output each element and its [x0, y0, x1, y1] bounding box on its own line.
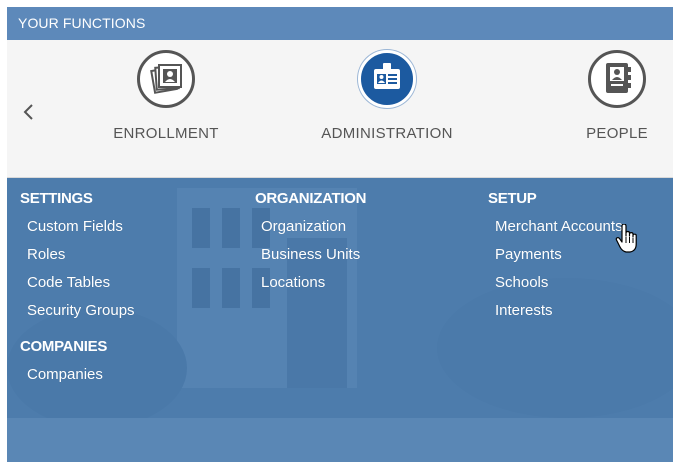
settings-heading: SETTINGS: [20, 190, 93, 207]
companies-heading: COMPANIES: [20, 338, 108, 355]
menu-item-payments[interactable]: Payments: [495, 246, 562, 263]
address-book-icon: [588, 50, 646, 108]
function-enrollment[interactable]: ENROLLMENT: [93, 40, 239, 178]
photo-id-stack-icon: [137, 50, 195, 108]
hand-pointer-cursor-icon: [615, 224, 637, 253]
menu-item-companies[interactable]: Companies: [27, 366, 103, 383]
administration-menu: SETTINGS Custom Fields Roles Code Tables…: [7, 178, 673, 462]
panel-header: YOUR FUNCTIONS: [7, 7, 673, 40]
function-label: ADMINISTRATION: [321, 125, 453, 142]
menu-item-locations[interactable]: Locations: [261, 274, 325, 291]
chevron-left-icon[interactable]: [21, 100, 37, 124]
organization-heading: ORGANIZATION: [255, 190, 367, 207]
menu-item-business-units[interactable]: Business Units: [261, 246, 360, 263]
id-badge-icon: [358, 50, 416, 108]
menu-item-security-groups[interactable]: Security Groups: [27, 302, 135, 319]
menu-item-organization[interactable]: Organization: [261, 218, 346, 235]
menu-item-roles[interactable]: Roles: [27, 246, 65, 263]
menu-item-merchant-accounts[interactable]: Merchant Accounts: [495, 218, 623, 235]
function-people[interactable]: PEOPLE: [567, 40, 667, 178]
setup-heading: SETUP: [488, 190, 537, 207]
function-administration[interactable]: ADMINISTRATION: [307, 40, 467, 178]
menu-item-code-tables[interactable]: Code Tables: [27, 274, 110, 291]
menu-item-schools[interactable]: Schools: [495, 274, 548, 291]
functions-carousel: ENROLLMENT ADMINISTRATION PEOPLE: [7, 40, 673, 178]
functions-panel: YOUR FUNCTIONS ENROLLMENT ADMINISTRATION…: [7, 7, 673, 462]
menu-item-interests[interactable]: Interests: [495, 302, 553, 319]
menu-item-custom-fields[interactable]: Custom Fields: [27, 218, 123, 235]
function-label: PEOPLE: [586, 125, 648, 142]
function-label: ENROLLMENT: [113, 125, 219, 142]
